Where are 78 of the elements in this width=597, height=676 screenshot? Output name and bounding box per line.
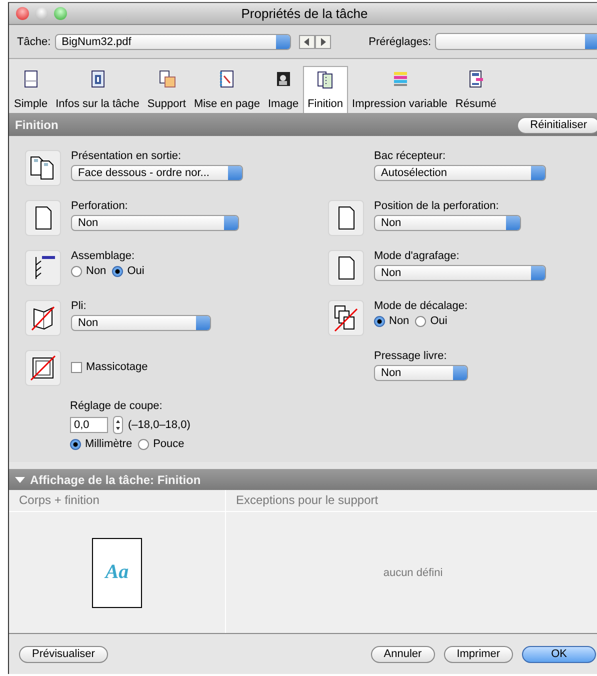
- radio-button[interactable]: [374, 316, 385, 326]
- column-header: Exceptions pour le support: [226, 490, 597, 512]
- zoom-icon[interactable]: [54, 7, 67, 20]
- previous-icon[interactable]: [298, 34, 315, 48]
- cut-input[interactable]: 0,0: [70, 417, 108, 433]
- checkbox-label: Massicotage: [86, 361, 148, 373]
- radio-button[interactable]: [112, 266, 124, 276]
- field-label: Assemblage:: [71, 250, 136, 262]
- field-label: Perforation:: [71, 200, 129, 212]
- tab-icon: [316, 71, 334, 89]
- option-icon: [328, 250, 364, 286]
- reset-button[interactable]: Réinitialiser: [517, 116, 597, 134]
- dropdown[interactable]: Autosélection: [374, 165, 546, 181]
- task-label: Tâche:: [17, 36, 51, 48]
- tab[interactable]: Résumé: [451, 66, 500, 113]
- section-title: Finition: [15, 118, 58, 132]
- field-label: Bac récepteur:: [374, 150, 447, 162]
- section-title: Affichage de la tâche: Finition: [30, 472, 201, 486]
- close-icon[interactable]: [16, 7, 29, 20]
- option-icon: [25, 350, 61, 386]
- tab[interactable]: Mise en page: [190, 66, 264, 113]
- tab-icon: [22, 70, 40, 88]
- dropdown[interactable]: Non: [374, 265, 546, 281]
- presets-label: Préréglages:: [368, 36, 432, 48]
- ok-button[interactable]: OK: [522, 646, 596, 662]
- dropdown[interactable]: Non: [71, 315, 211, 331]
- tab-icon: [158, 70, 176, 88]
- option-icon: [25, 250, 61, 286]
- option-icon: [25, 150, 61, 186]
- field-label: Pli:: [71, 300, 88, 312]
- tab[interactable]: Image: [264, 66, 303, 113]
- radio-label: Oui: [430, 315, 448, 327]
- tab[interactable]: Impression variable: [348, 66, 452, 113]
- column-header: Corps + finition: [9, 490, 225, 512]
- field-label: Mode d'agrafage:: [374, 250, 460, 262]
- dropdown[interactable]: Non: [374, 365, 468, 381]
- checkbox[interactable]: [71, 362, 82, 372]
- dropdown[interactable]: Non: [71, 215, 239, 231]
- preview-button[interactable]: Prévisualiser: [19, 646, 108, 662]
- disclosure-triangle-icon[interactable]: [15, 476, 25, 484]
- print-button[interactable]: Imprimer: [444, 646, 514, 662]
- stepper-icon[interactable]: [113, 416, 123, 434]
- task-dropdown[interactable]: BigNum32.pdf: [54, 34, 291, 50]
- range-text: (–18,0–18,0): [128, 419, 190, 431]
- tab-icon: [218, 70, 236, 88]
- tab-icon: [466, 70, 485, 88]
- field-label: Réglage de coupe:: [70, 400, 164, 412]
- field-label: Présentation en sortie:: [71, 150, 182, 162]
- dropdown[interactable]: Non: [374, 215, 521, 231]
- cancel-button[interactable]: Annuler: [370, 646, 435, 662]
- field-label: Mode de décalage:: [374, 300, 468, 312]
- presets-dropdown[interactable]: [435, 33, 597, 50]
- option-icon: [25, 200, 61, 236]
- tab[interactable]: Infos sur la tâche: [52, 66, 144, 113]
- radio-label: Oui: [127, 265, 144, 277]
- window-title: Propriétés de la tâche: [241, 6, 368, 21]
- next-icon[interactable]: [314, 34, 331, 48]
- tab[interactable]: Finition: [302, 66, 348, 113]
- radio-button[interactable]: [70, 438, 81, 450]
- radio-button[interactable]: [71, 266, 82, 276]
- tab[interactable]: Simple: [10, 66, 52, 113]
- radio-button[interactable]: [138, 438, 150, 450]
- radio-label: Millimètre: [85, 438, 132, 450]
- preview-text: Aa: [105, 561, 129, 584]
- option-icon: [328, 200, 364, 236]
- field-label: Position de la perforation:: [374, 200, 500, 212]
- radio-button[interactable]: [415, 316, 426, 326]
- tab[interactable]: Support: [143, 66, 190, 113]
- field-label: Pressage livre:: [374, 350, 448, 362]
- radio-label: Pouce: [153, 438, 184, 450]
- empty-message: aucun défini: [383, 566, 443, 578]
- tab-icon: [274, 70, 292, 88]
- radio-label: Non: [86, 265, 106, 277]
- dropdown[interactable]: Face dessous - ordre nor...: [71, 165, 243, 181]
- tab-icon: [88, 70, 107, 88]
- option-icon: [328, 300, 364, 336]
- radio-label: Non: [389, 315, 410, 327]
- option-icon: [25, 300, 61, 336]
